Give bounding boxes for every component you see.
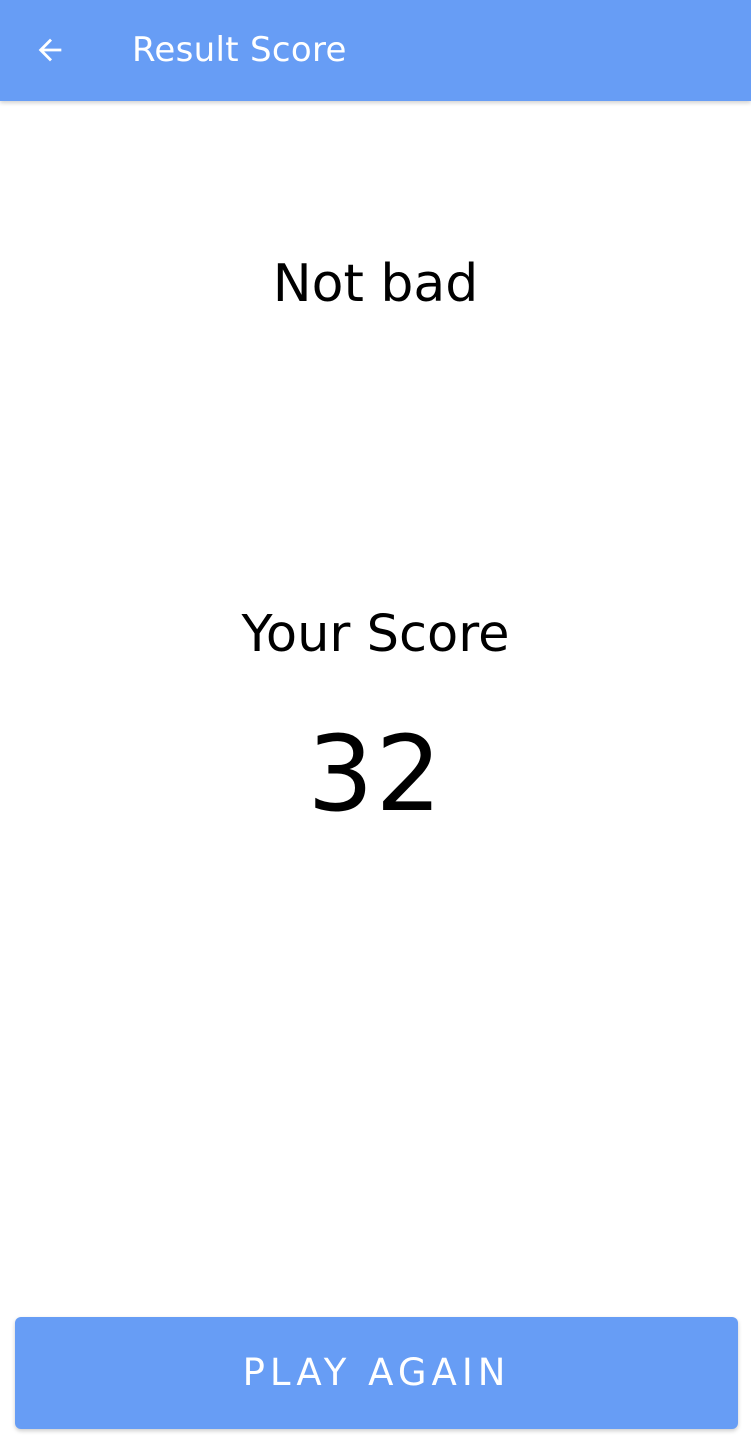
arrow-back-icon: [33, 33, 67, 67]
score-value: 32: [307, 713, 444, 835]
score-label: Your Score: [241, 605, 510, 664]
page-title: Result Score: [132, 30, 347, 70]
app-bar: Result Score: [0, 0, 751, 101]
play-again-button[interactable]: PLAY AGAIN: [15, 1317, 738, 1429]
back-button[interactable]: [22, 24, 78, 76]
rating-text: Not bad: [272, 254, 479, 314]
